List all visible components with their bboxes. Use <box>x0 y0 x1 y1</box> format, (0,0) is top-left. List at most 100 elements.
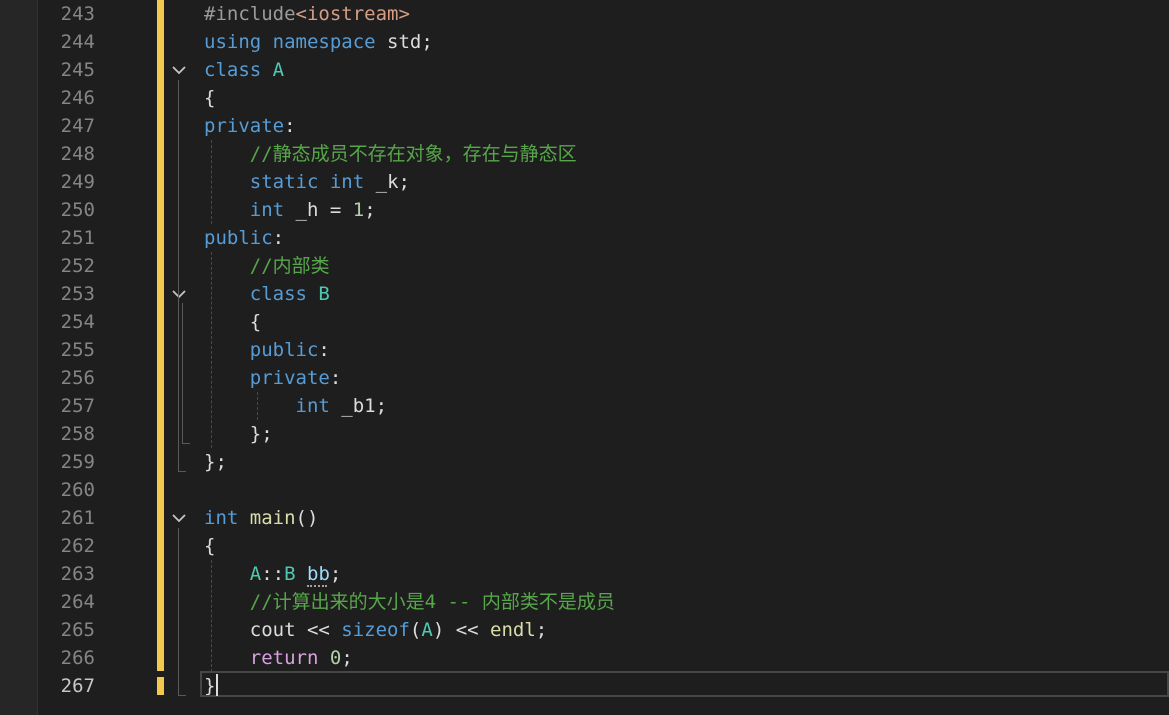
code-token: ; <box>535 619 548 641</box>
code-line[interactable]: class A <box>204 56 284 84</box>
code-token: ; <box>364 199 376 221</box>
code-token: class <box>204 59 262 81</box>
code-line[interactable]: int _h = 1; <box>204 196 376 224</box>
code-token: B <box>318 283 330 305</box>
code-line[interactable]: int _b1; <box>204 392 388 420</box>
code-token: sizeof <box>341 619 410 641</box>
code-token: ; <box>329 563 342 585</box>
code-line[interactable]: #include<iostream> <box>204 0 410 28</box>
code-line[interactable]: //计算出来的大小是4 -- 内部类不是成员 <box>204 588 615 616</box>
line-number: 264 <box>60 591 95 613</box>
indent-guide <box>211 140 212 224</box>
text-caret <box>216 674 218 696</box>
code-token: _h = <box>284 199 353 221</box>
line-number: 259 <box>60 451 95 473</box>
code-token: public <box>249 339 319 361</box>
code-line[interactable]: static int _k; <box>204 168 410 196</box>
code-line[interactable]: //内部类 <box>204 252 330 280</box>
code-line[interactable]: public: <box>204 224 284 252</box>
code-token: main <box>249 507 296 529</box>
code-token: class <box>249 283 307 305</box>
line-number: 263 <box>60 563 95 585</box>
code-token: { <box>204 535 216 557</box>
indent-guide <box>211 560 212 672</box>
code-line[interactable]: private: <box>204 112 296 140</box>
code-line[interactable]: { <box>204 308 261 336</box>
line-number-gutter: 243 244 245 246 247 248 249 250 251 252 253 254 255 2… <box>37 0 197 715</box>
code-token: { <box>204 311 262 333</box>
indent-guide <box>257 392 258 420</box>
code-token: endl <box>490 619 536 641</box>
code-token: { <box>204 87 216 109</box>
line-number: 245 <box>60 59 95 81</box>
code-line[interactable]: class B <box>204 280 330 308</box>
code-line[interactable]: cout << sizeof(A) << endl; <box>204 616 548 644</box>
code-line[interactable]: { <box>204 84 215 112</box>
code-token: //内部类 <box>249 255 330 277</box>
indent-guide <box>211 252 212 448</box>
code-token: private <box>204 115 285 137</box>
code-token: int <box>249 199 285 221</box>
line-number: 251 <box>60 227 95 249</box>
code-line[interactable]: public: <box>204 336 330 364</box>
code-token: namespace <box>272 31 376 53</box>
code-token: A <box>249 563 262 585</box>
code-token: public <box>204 227 273 249</box>
code-token: _k; <box>364 171 410 193</box>
code-token: 1 <box>352 199 365 221</box>
code-token: ( <box>409 619 422 641</box>
line-number: 253 <box>60 283 95 305</box>
fold-region-end <box>182 443 190 444</box>
code-line[interactable]: //静态成员不存在对象，存在与静态区 <box>204 140 577 168</box>
line-number: 262 <box>60 535 95 557</box>
fold-region-line <box>182 303 183 443</box>
fold-chevron-icon[interactable] <box>170 509 188 527</box>
code-line[interactable]: int main() <box>204 504 318 532</box>
fold-chevron-icon[interactable] <box>170 61 188 79</box>
line-number: 247 <box>60 115 95 137</box>
code-token: }; <box>204 423 273 445</box>
code-token: static <box>249 171 319 193</box>
fold-region-end <box>178 471 186 472</box>
line-number: 261 <box>60 507 95 529</box>
code-token: std; <box>375 31 433 53</box>
line-number: 258 <box>60 423 95 445</box>
code-token: () <box>295 507 319 529</box>
code-line[interactable]: { <box>204 532 215 560</box>
code-line[interactable]: using namespace std; <box>204 28 433 56</box>
code-token: ) << <box>432 619 491 641</box>
change-marker <box>157 677 164 695</box>
code-line[interactable]: return 0; <box>204 644 353 672</box>
code-token: A <box>421 619 433 641</box>
code-token: using <box>204 31 262 53</box>
code-token: A <box>272 59 285 81</box>
line-number: 248 <box>60 143 95 165</box>
code-token: : <box>284 115 296 137</box>
fold-chevron-icon[interactable] <box>170 285 188 303</box>
line-number: 255 <box>60 339 95 361</box>
code-line[interactable]: }; <box>204 448 227 476</box>
code-token: : <box>272 227 285 249</box>
line-number: 252 <box>60 255 95 277</box>
current-line-highlight <box>200 671 1169 697</box>
code-editor[interactable]: 243 244 245 246 247 248 249 250 251 252 253 254 255 2… <box>0 0 1169 715</box>
info-squiggle <box>307 582 327 587</box>
code-token: #include <box>204 3 296 25</box>
line-number: 266 <box>60 647 95 669</box>
code-line[interactable]: }; <box>204 420 273 448</box>
code-token: cout << <box>204 619 342 641</box>
code-token: 0 <box>329 647 342 669</box>
code-token: : <box>318 339 330 361</box>
editor-left-margin <box>0 0 38 715</box>
code-area[interactable]: #include<iostream> using namespace std; cl… <box>204 0 1169 715</box>
line-number: 244 <box>60 31 95 53</box>
line-number: 260 <box>60 479 95 501</box>
code-line[interactable]: private: <box>204 364 342 392</box>
code-token: <iostream> <box>295 3 410 25</box>
line-number: 256 <box>60 367 95 389</box>
line-number: 254 <box>60 311 95 333</box>
line-number: 265 <box>60 619 95 641</box>
